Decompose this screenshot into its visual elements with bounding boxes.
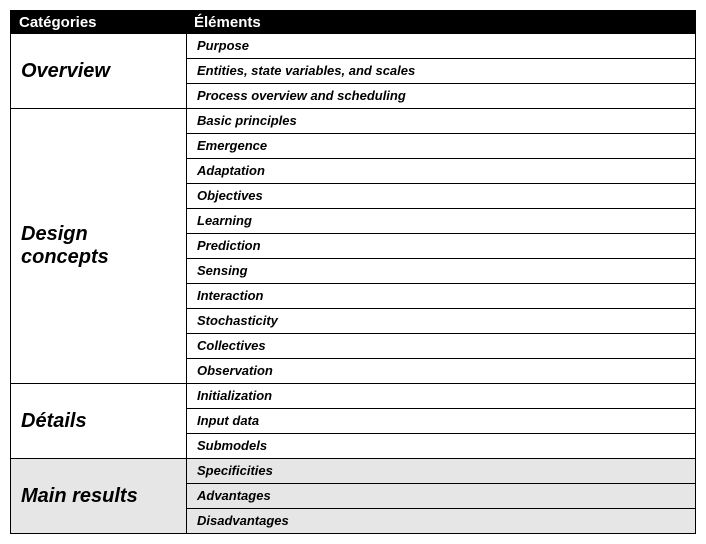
- table-header-row: Catégories Éléments: [11, 11, 695, 34]
- element-row: Entities, state variables, and scales: [187, 58, 695, 83]
- element-row: Purpose: [187, 34, 695, 58]
- element-row: Emergence: [187, 133, 695, 158]
- table-group: DétailsInitializationInput dataSubmodels: [11, 383, 695, 458]
- element-row: Submodels: [187, 433, 695, 458]
- element-row: Process overview and scheduling: [187, 83, 695, 108]
- table-body: OverviewPurposeEntities, state variables…: [11, 34, 695, 533]
- element-row: Disadvantages: [187, 508, 695, 533]
- category-label: Design concepts: [11, 109, 186, 383]
- element-rows: Basic principlesEmergenceAdaptationObjec…: [186, 109, 695, 383]
- odd-table: Catégories Éléments OverviewPurposeEntit…: [10, 10, 696, 534]
- element-rows: InitializationInput dataSubmodels: [186, 384, 695, 458]
- element-row: Stochasticity: [187, 308, 695, 333]
- category-label: Détails: [11, 384, 186, 458]
- element-row: Observation: [187, 358, 695, 383]
- element-rows: PurposeEntities, state variables, and sc…: [186, 34, 695, 108]
- table-group: OverviewPurposeEntities, state variables…: [11, 34, 695, 108]
- element-row: Collectives: [187, 333, 695, 358]
- element-row: Adaptation: [187, 158, 695, 183]
- element-row: Specificities: [187, 459, 695, 483]
- header-categories: Catégories: [11, 11, 186, 34]
- element-row: Advantages: [187, 483, 695, 508]
- element-rows: SpecificitiesAdvantagesDisadvantages: [186, 459, 695, 533]
- element-row: Interaction: [187, 283, 695, 308]
- category-label: Overview: [11, 34, 186, 108]
- table-group: Main resultsSpecificitiesAdvantagesDisad…: [11, 458, 695, 533]
- element-row: Learning: [187, 208, 695, 233]
- category-label: Main results: [11, 459, 186, 533]
- element-row: Prediction: [187, 233, 695, 258]
- header-elements: Éléments: [186, 11, 695, 34]
- table-group: Design conceptsBasic principlesEmergence…: [11, 108, 695, 383]
- element-row: Objectives: [187, 183, 695, 208]
- element-row: Input data: [187, 408, 695, 433]
- element-row: Basic principles: [187, 109, 695, 133]
- element-row: Initialization: [187, 384, 695, 408]
- element-row: Sensing: [187, 258, 695, 283]
